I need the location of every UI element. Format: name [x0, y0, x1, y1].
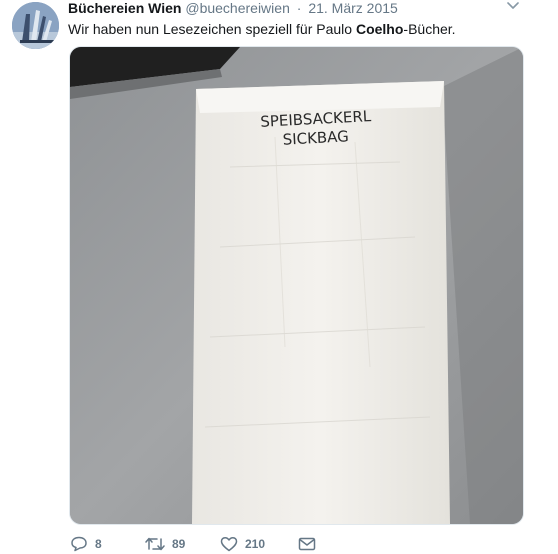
tweet-text-part: -Bücher. [403, 21, 456, 37]
tweet-photo[interactable]: SPEIBSACKERL SICKBAG [69, 46, 524, 525]
tweet-text-highlight: Coelho [355, 21, 404, 37]
direct-message-button[interactable] [298, 534, 323, 554]
chevron-down-icon[interactable] [506, 0, 520, 12]
sickbag-photo: SPEIBSACKERL SICKBAG [70, 47, 523, 524]
retweet-button[interactable]: 89 [145, 534, 185, 554]
retweet-icon [145, 537, 165, 551]
reply-count: 8 [95, 537, 102, 551]
tweet-text: Wir haben nun Lesezeichen speziell für P… [68, 20, 538, 38]
tweet-text-part: Wir haben nun Lesezeichen speziell für P… [68, 21, 356, 37]
like-count: 210 [245, 537, 266, 551]
avatar[interactable] [12, 2, 59, 49]
tweet-date[interactable]: 21. März 2015 [308, 0, 398, 16]
library-building-icon [12, 2, 59, 49]
envelope-icon [298, 537, 316, 551]
tweet-actions: 8 89 210 [70, 534, 330, 554]
reply-button[interactable]: 8 [70, 534, 102, 554]
heart-icon [220, 536, 238, 552]
user-handle[interactable]: @buechereiwien [185, 0, 290, 16]
display-name[interactable]: Büchereien Wien [68, 0, 181, 16]
reply-icon [71, 536, 87, 552]
retweet-count: 89 [172, 537, 186, 551]
tweet-header: Büchereien Wien @buechereiwien · 21. Mär… [68, 0, 528, 18]
bag-print-line2: SICKBAG [282, 127, 349, 148]
separator-dot: · [296, 0, 302, 16]
like-button[interactable]: 210 [220, 534, 265, 554]
